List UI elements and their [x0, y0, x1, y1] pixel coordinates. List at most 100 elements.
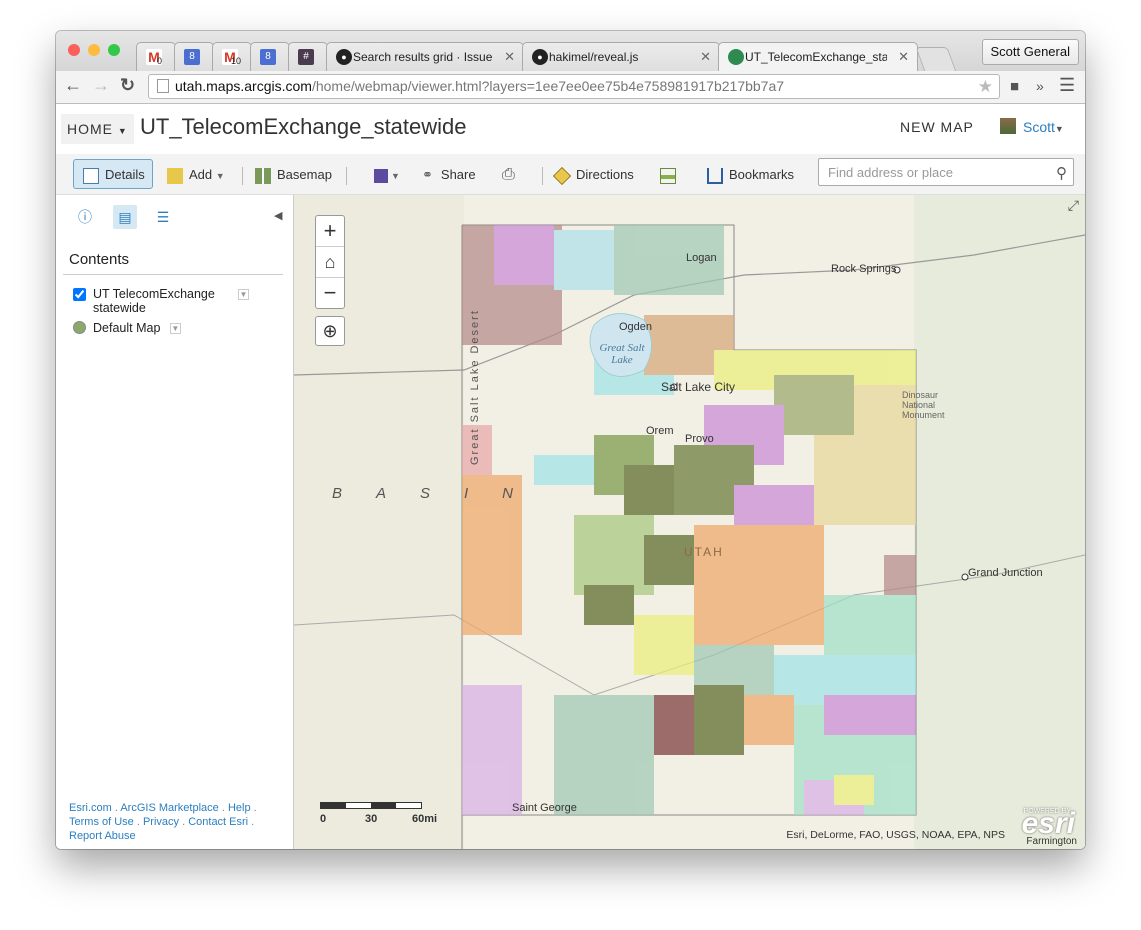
print-icon[interactable]: ⎙: [502, 162, 515, 188]
exchange-area[interactable]: [694, 525, 824, 645]
close-tab-icon[interactable]: ✕: [504, 49, 515, 65]
footer-link-report-abuse[interactable]: Report Abuse: [69, 830, 136, 842]
home-button[interactable]: HOME ▼: [61, 114, 134, 144]
back-icon[interactable]: ←: [64, 75, 82, 96]
map-attribution: Esri, DeLorme, FAO, USGS, NOAA, EPA, NPS: [786, 829, 1005, 841]
zoom-window-button[interactable]: [108, 44, 120, 56]
content-icon[interactable]: ▤: [113, 205, 137, 229]
browser-window: M 0 8 M 10 8 # ● Search results grid · I…: [56, 31, 1085, 849]
bookmark-star-icon[interactable]: ★: [978, 75, 993, 98]
footer-link-terms[interactable]: Terms of Use: [69, 816, 134, 828]
exchange-area[interactable]: [884, 555, 916, 595]
map-label-ogden: Ogden: [619, 321, 653, 333]
tab-github-search[interactable]: ● Search results grid · Issue ✕: [326, 42, 524, 71]
exchange-area[interactable]: [554, 230, 614, 290]
more-extensions-icon[interactable]: »: [1036, 78, 1044, 94]
layer-options-icon[interactable]: ▼: [238, 289, 249, 300]
exchange-area[interactable]: [694, 685, 744, 755]
bookmarks-label: Bookmarks: [729, 167, 795, 182]
footer-link-esri[interactable]: Esri.com: [69, 802, 112, 814]
toolbar-divider: [346, 167, 347, 185]
basemap-button[interactable]: Basemap: [255, 162, 332, 188]
measure-button[interactable]: [660, 162, 682, 188]
search-input[interactable]: [826, 164, 1050, 181]
new-map-button[interactable]: NEW MAP: [900, 119, 974, 135]
footer-link-help[interactable]: Help: [228, 802, 251, 814]
evernote-extension-icon[interactable]: ■: [1010, 78, 1019, 95]
profile-button[interactable]: Scott General: [981, 39, 1079, 65]
esri-logo[interactable]: esri: [1022, 807, 1075, 841]
scale-label: 60mi: [412, 813, 438, 825]
add-button[interactable]: Add ▼: [167, 162, 225, 188]
exchange-area[interactable]: [824, 595, 916, 655]
tab-slack[interactable]: #: [288, 42, 328, 71]
page-title: UT_TelecomExchange_statewide: [140, 114, 467, 139]
map-label-rock-springs: Rock Springs: [831, 263, 897, 275]
exchange-area[interactable]: [644, 535, 694, 585]
tab-calendar-1[interactable]: 8: [174, 42, 214, 71]
close-tab-icon[interactable]: ✕: [898, 49, 909, 65]
footer-link-contact[interactable]: Contact Esri: [188, 816, 248, 828]
navigation-bar: ← → ↻ utah.maps.arcgis.com/home/webmap/v…: [56, 71, 1085, 104]
tab-title: Search results grid · Issue: [353, 50, 493, 64]
basemap-icon: [255, 167, 271, 184]
exchange-area[interactable]: [634, 615, 694, 675]
collapse-sidebar-icon[interactable]: ◀: [274, 209, 282, 222]
tab-gmail-1[interactable]: M 0: [136, 42, 176, 71]
close-tab-icon[interactable]: ✕: [700, 49, 711, 65]
footer-link-privacy[interactable]: Privacy: [143, 816, 179, 828]
tab-gmail-2[interactable]: M 10: [212, 42, 252, 71]
save-button[interactable]: ▼: [374, 162, 400, 188]
close-window-button[interactable]: [68, 44, 80, 56]
exchange-area[interactable]: [774, 375, 854, 435]
github-icon: ●: [532, 49, 548, 65]
slack-icon: #: [298, 49, 314, 65]
legend-icon[interactable]: ☰: [151, 205, 175, 229]
exchange-area[interactable]: [584, 585, 634, 625]
layer-item-basemap[interactable]: Default Map ▼: [73, 321, 181, 335]
exchange-area[interactable]: [744, 695, 794, 745]
basemap-terrain: [914, 195, 1085, 849]
map-label-salt-lake-city: Salt Lake City: [661, 380, 736, 394]
address-bar[interactable]: utah.maps.arcgis.com/home/webmap/viewer.…: [148, 74, 1000, 99]
forward-icon[interactable]: →: [92, 75, 110, 96]
layer-item-telecom[interactable]: UT TelecomExchange statewide ▼: [73, 287, 251, 315]
layer-name: Default Map: [93, 321, 161, 335]
directions-button[interactable]: Directions: [552, 162, 634, 188]
exchange-area[interactable]: [554, 695, 654, 815]
map-view[interactable]: + ⌂ − ⊕ ⤢ Rock Springs Logan Ogden Great…: [294, 195, 1085, 849]
search-icon[interactable]: ⚲: [1056, 164, 1067, 182]
search-box[interactable]: ⚲: [818, 158, 1074, 186]
zoom-in-button[interactable]: +: [316, 216, 344, 247]
avatar[interactable]: [1000, 118, 1016, 134]
tab-calendar-2[interactable]: 8: [250, 42, 290, 71]
map-canvas[interactable]: [294, 195, 1085, 849]
exchange-area[interactable]: [834, 775, 874, 805]
new-tab-button[interactable]: [915, 47, 957, 72]
minimize-window-button[interactable]: [88, 44, 100, 56]
exchange-area[interactable]: [574, 515, 654, 595]
footer-link-marketplace[interactable]: ArcGIS Marketplace: [120, 802, 218, 814]
home-extent-icon[interactable]: ⌂: [316, 247, 344, 278]
tab-github-reveal[interactable]: ● hakimel/reveal.js ✕: [522, 42, 720, 71]
bookmarks-button[interactable]: Bookmarks: [707, 162, 794, 188]
exchange-area[interactable]: [824, 695, 916, 735]
directions-label: Directions: [576, 167, 634, 182]
user-menu[interactable]: Scott▼: [1023, 119, 1064, 135]
details-button[interactable]: Details: [73, 159, 153, 189]
menu-icon[interactable]: ☰: [1059, 75, 1075, 96]
url-host: utah.maps.arcgis.com: [175, 78, 312, 94]
reload-icon[interactable]: ↻: [120, 75, 135, 96]
zoom-out-button[interactable]: −: [316, 278, 344, 308]
exchange-area[interactable]: [462, 685, 522, 815]
locate-button[interactable]: ⊕: [315, 316, 345, 346]
directions-icon: [552, 166, 572, 185]
about-icon[interactable]: ⓘ: [73, 205, 97, 229]
tab-arcgis[interactable]: UT_TelecomExchange_stat ✕: [718, 42, 918, 71]
share-button[interactable]: ⚭ Share: [422, 162, 476, 188]
exchange-area[interactable]: [494, 225, 554, 285]
layer-visibility-checkbox[interactable]: [73, 288, 86, 301]
exchange-area[interactable]: [814, 435, 916, 525]
expand-map-icon[interactable]: ⤢: [1068, 197, 1079, 214]
layer-options-icon[interactable]: ▼: [169, 323, 181, 334]
